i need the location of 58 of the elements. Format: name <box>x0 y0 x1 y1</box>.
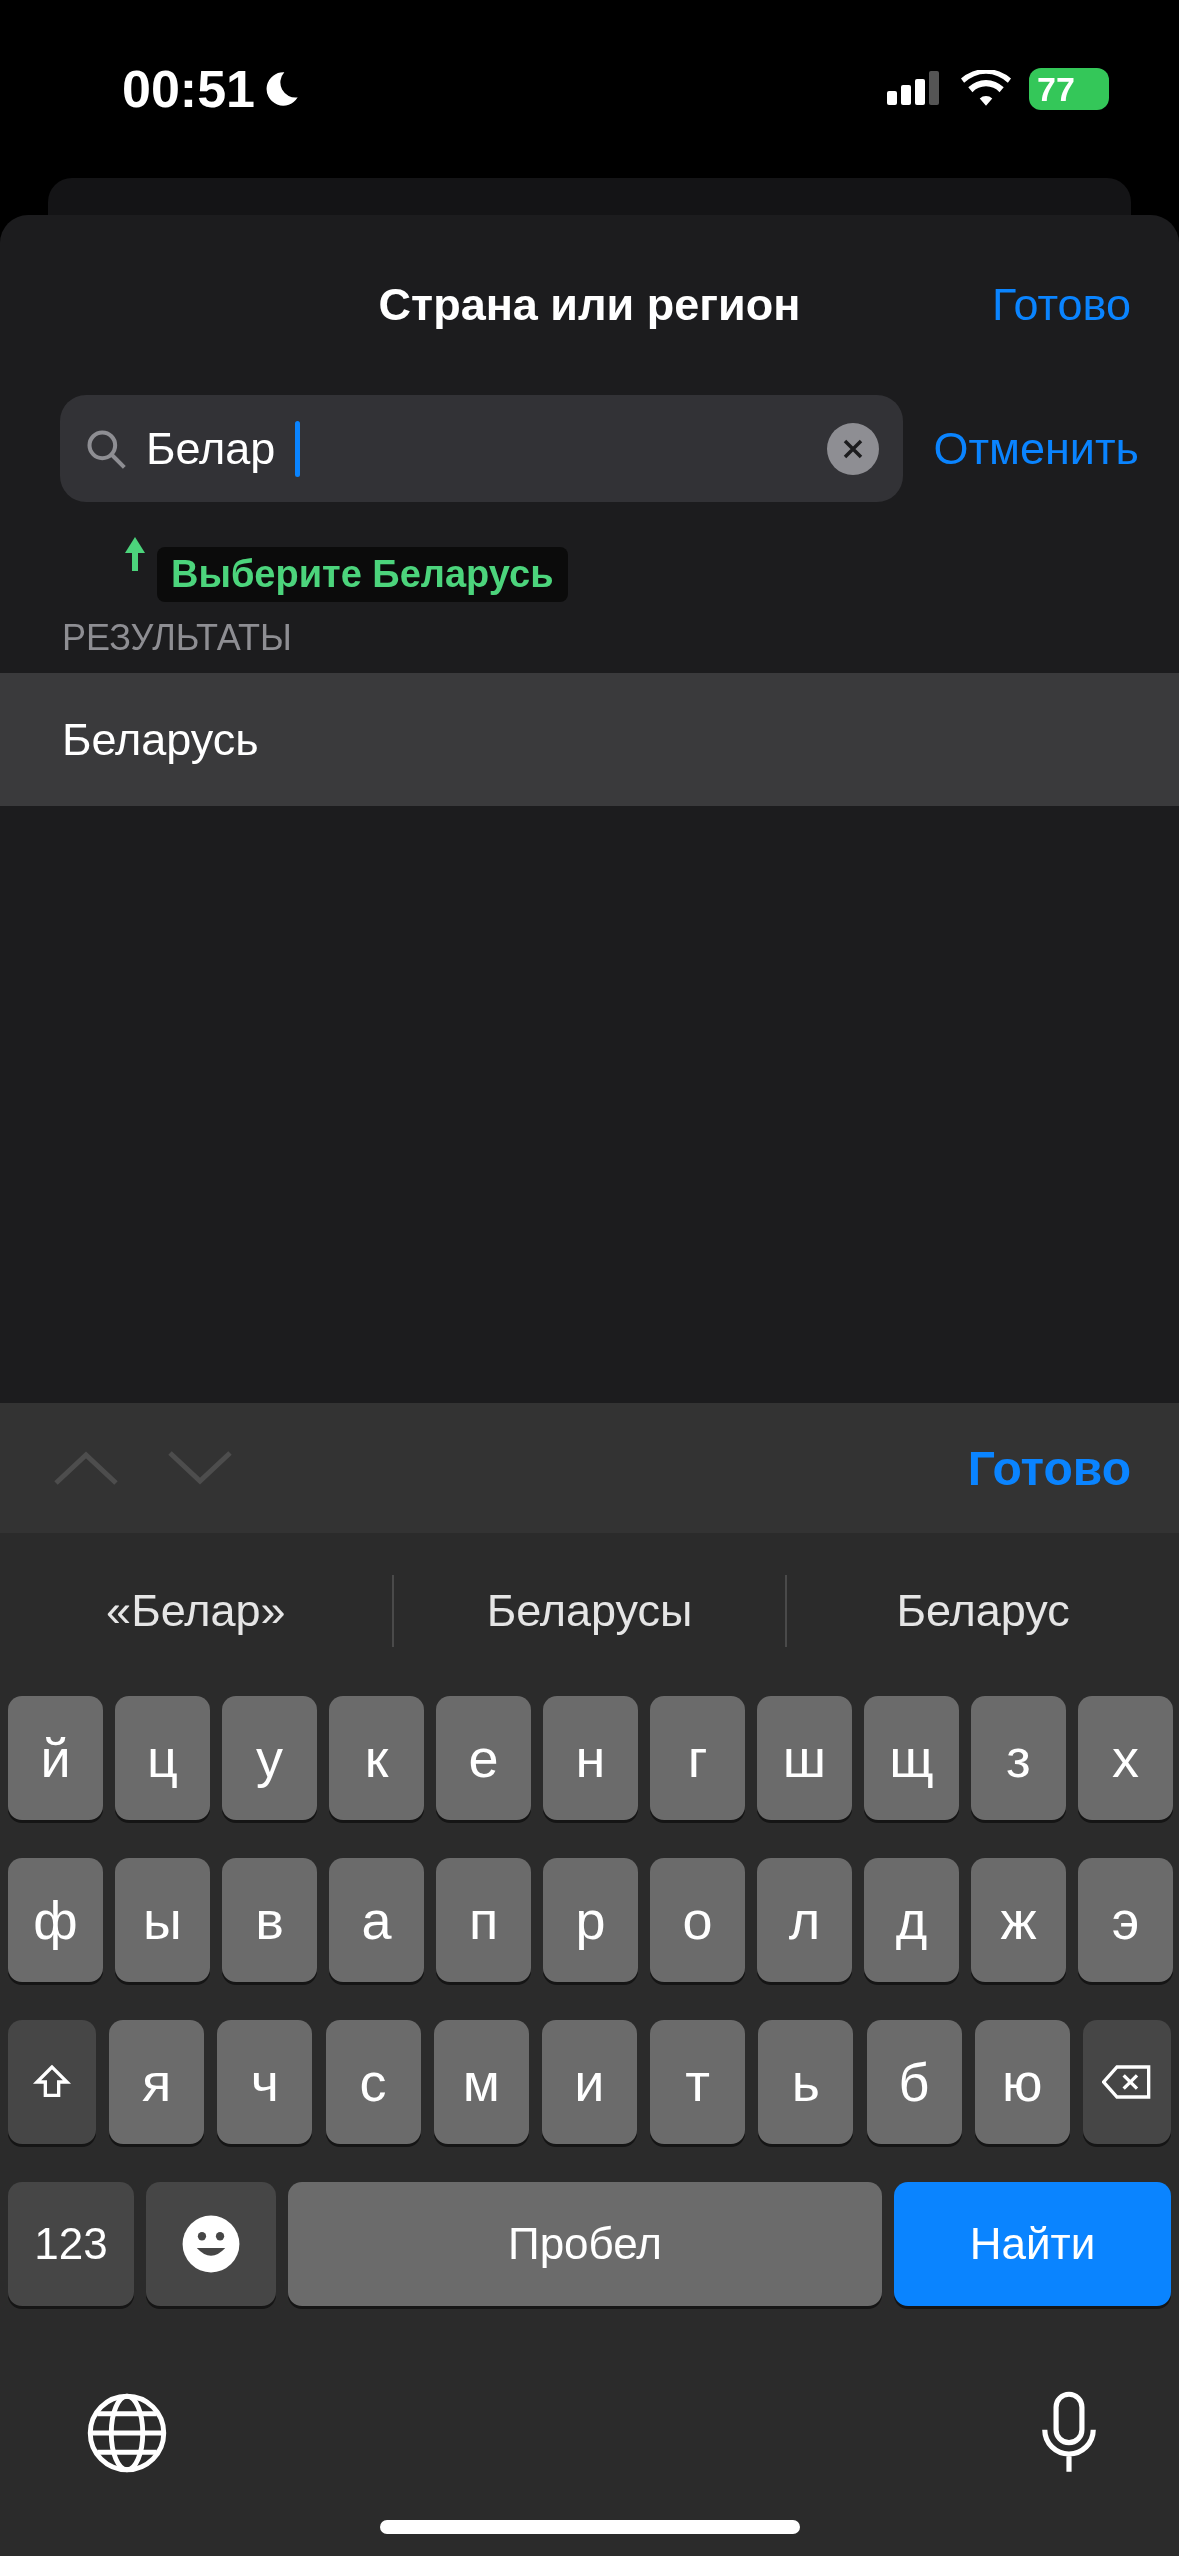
letter-key[interactable]: щ <box>864 1696 959 1820</box>
done-button[interactable]: Готово <box>967 1440 1131 1496</box>
arrow-up-icon <box>125 537 145 571</box>
emoji-key[interactable] <box>146 2182 276 2306</box>
sheet-title: Страна или регион <box>378 279 801 331</box>
search-value: Белар <box>146 422 276 475</box>
shift-key[interactable] <box>8 2020 96 2144</box>
letter-key[interactable]: ц <box>115 1696 210 1820</box>
cancel-button[interactable]: Отменить <box>933 422 1139 475</box>
letter-key[interactable]: с <box>325 2020 421 2144</box>
smiley-icon <box>180 2213 242 2275</box>
letter-key[interactable]: в <box>222 1858 317 1982</box>
letter-key[interactable]: д <box>864 1858 959 1982</box>
letter-key[interactable]: и <box>541 2020 637 2144</box>
letter-key[interactable]: ж <box>971 1858 1066 1982</box>
letter-key[interactable]: у <box>222 1696 317 1820</box>
done-button[interactable]: Готово <box>992 279 1131 331</box>
result-row[interactable]: Беларусь <box>0 673 1179 806</box>
letter-key[interactable]: ч <box>217 2020 313 2144</box>
text-cursor <box>295 420 301 477</box>
wifi-icon <box>961 70 1011 108</box>
letter-key[interactable]: м <box>433 2020 529 2144</box>
letter-key[interactable]: ю <box>974 2020 1070 2144</box>
letter-key[interactable]: п <box>436 1858 531 1982</box>
letter-key[interactable]: ф <box>8 1858 103 1982</box>
letter-key[interactable]: к <box>329 1696 424 1820</box>
letter-key[interactable]: т <box>650 2020 746 2144</box>
letter-key[interactable]: ы <box>115 1858 210 1982</box>
delete-icon <box>1101 2063 1152 2101</box>
battery-indicator: 77 <box>1029 68 1109 110</box>
letter-key[interactable]: н <box>543 1696 638 1820</box>
status-time: 00:51 <box>122 59 255 119</box>
delete-key[interactable] <box>1082 2020 1171 2144</box>
section-header: РЕЗУЛЬТАТЫ <box>61 617 293 660</box>
letter-key[interactable]: х <box>1078 1696 1173 1820</box>
letter-key[interactable]: о <box>650 1858 745 1982</box>
space-key[interactable]: Пробел <box>288 2182 882 2306</box>
letter-key[interactable]: й <box>8 1696 103 1820</box>
letter-key[interactable]: л <box>757 1858 852 1982</box>
letter-key[interactable]: э <box>1078 1858 1173 1982</box>
letter-key[interactable]: б <box>866 2020 962 2144</box>
letter-key[interactable]: ш <box>757 1696 852 1820</box>
suggestion[interactable]: Беларусы <box>393 1533 786 1688</box>
letter-key[interactable]: а <box>329 1858 424 1982</box>
hint-label: Выберите Беларусь <box>157 547 568 602</box>
letter-key[interactable]: е <box>436 1696 531 1820</box>
numbers-key[interactable]: 123 <box>8 2182 134 2306</box>
letter-key[interactable]: з <box>971 1696 1066 1820</box>
letter-key[interactable]: ь <box>758 2020 854 2144</box>
letter-key[interactable]: р <box>543 1858 638 1982</box>
search-field[interactable]: Белар <box>60 395 904 502</box>
letter-key[interactable]: г <box>650 1696 745 1820</box>
suggestion[interactable]: «Белар» <box>0 1533 392 1688</box>
letter-key[interactable]: я <box>109 2020 205 2144</box>
suggestion[interactable]: Беларус <box>787 1533 1179 1688</box>
search-key[interactable]: Найти <box>894 2182 1171 2306</box>
microphone-icon[interactable] <box>1039 2391 1099 2475</box>
globe-icon[interactable] <box>85 2391 169 2475</box>
